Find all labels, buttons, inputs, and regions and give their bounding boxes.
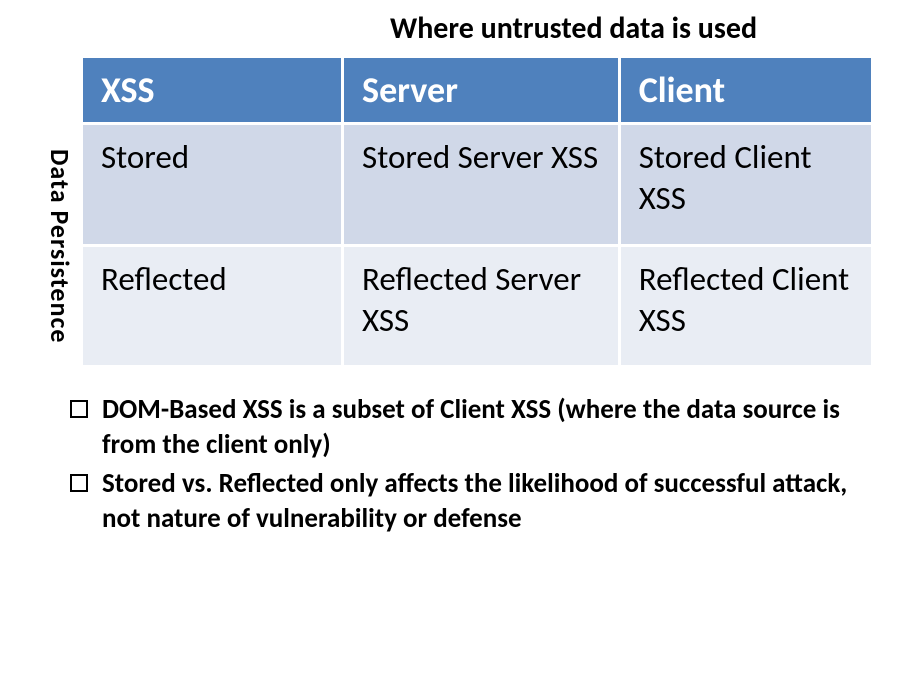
header-server: Server	[344, 58, 618, 122]
side-axis-label-container: Data Persistence	[40, 125, 80, 368]
side-axis-title: Data Persistence	[44, 149, 76, 343]
cell-stored-label: Stored	[83, 125, 341, 244]
header-client: Client	[621, 58, 871, 122]
header-xss: XSS	[83, 58, 341, 122]
checkbox-bullet-icon	[70, 400, 88, 418]
cell-reflected-label: Reflected	[83, 247, 341, 366]
table-row: Stored Stored Server XSS Stored Client X…	[83, 125, 871, 244]
cell-reflected-server: Reflected Server XSS	[344, 247, 618, 366]
note-text: Stored vs. Reflected only affects the li…	[102, 466, 864, 536]
note-item: DOM-Based XSS is a subset of Client XSS …	[70, 392, 864, 462]
note-item: Stored vs. Reflected only affects the li…	[70, 466, 864, 536]
table-container: XSS Server Client Stored Stored Server X…	[80, 55, 874, 368]
cell-stored-client: Stored Client XSS	[621, 125, 871, 244]
main-content-row: Data Persistence XSS Server Client Store…	[40, 55, 874, 368]
note-text: DOM-Based XSS is a subset of Client XSS …	[102, 392, 864, 462]
cell-reflected-client: Reflected Client XSS	[621, 247, 871, 366]
notes-section: DOM-Based XSS is a subset of Client XSS …	[40, 392, 874, 536]
table-row: Reflected Reflected Server XSS Reflected…	[83, 247, 871, 366]
cell-stored-server: Stored Server XSS	[344, 125, 618, 244]
top-axis-title: Where untrusted data is used	[390, 10, 874, 47]
checkbox-bullet-icon	[70, 474, 88, 492]
xss-classification-table: XSS Server Client Stored Stored Server X…	[80, 55, 874, 368]
table-header-row: XSS Server Client	[83, 58, 871, 122]
